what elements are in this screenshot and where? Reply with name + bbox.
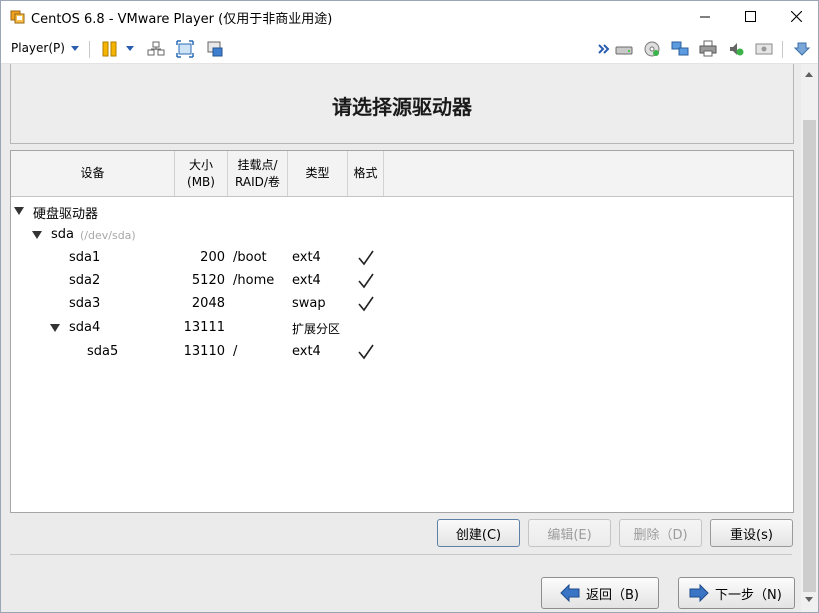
partition-type: ext4 [292,273,321,288]
partition-mount: /boot [233,250,267,265]
installer-header: 请选择源驱动器 [10,64,794,144]
partition-type: swap [292,296,326,311]
window-title: CentOS 6.8 - VMware Player (仅用于非商业用途) [31,12,333,27]
hard-disk-icon[interactable] [615,40,633,58]
title-bar: CentOS 6.8 - VMware Player (仅用于非商业用途) [1,1,818,31]
expander-expanded-icon[interactable] [50,324,60,332]
disk-path: (/dev/sda) [80,229,136,242]
table-row[interactable]: sda1 200 /boot ext4 [11,247,793,270]
pause-icon[interactable] [101,40,119,58]
unity-icon[interactable] [206,40,224,58]
player-menu-dropdown-icon[interactable] [71,46,79,51]
create-button[interactable]: 创建(C) [437,519,520,547]
column-header-size[interactable]: 大小 (MB) [175,151,228,196]
delete-button[interactable]: 删除（D) [619,519,702,547]
close-icon [790,10,802,22]
partition-device: sda5 [87,344,119,359]
divider [10,554,792,555]
partition-type: ext4 [292,344,321,359]
vertical-scrollbar[interactable] [801,64,818,612]
partition-device: sda4 [69,320,101,335]
vmware-app-icon [10,10,25,24]
maximize-button[interactable] [727,1,773,31]
guest-screen[interactable]: 请选择源驱动器 设备 大小 (MB) 挂载点/ RAID/卷 类型 格式 硬盘驱… [1,64,801,612]
column-header-format[interactable]: 格式 [348,151,384,196]
vmware-window: CentOS 6.8 - VMware Player (仅用于非商业用途) Pl… [0,0,819,613]
fullscreen-icon[interactable] [176,40,194,58]
edit-button[interactable]: 编辑(E) [528,519,611,547]
display-icon[interactable] [755,40,773,58]
sound-card-icon[interactable] [727,40,745,58]
partition-mount: /home [233,273,275,288]
page-title: 请选择源驱动器 [332,95,472,119]
expander-expanded-icon[interactable] [14,207,24,215]
partition-size: 2048 [191,296,225,311]
partition-size: 200 [200,250,225,265]
minimize-button[interactable] [682,1,728,31]
partition-size: 5120 [191,273,225,288]
network-adapter-icon[interactable] [671,40,689,58]
back-button[interactable]: 返回（B) [541,577,659,609]
toolbar-divider [89,41,90,58]
format-check-icon [358,273,374,289]
expander-expanded-icon[interactable] [32,231,42,239]
partition-size: 13110 [183,344,225,359]
back-button-label: 返回（B) [586,587,639,603]
table-header: 设备 大小 (MB) 挂载点/ RAID/卷 类型 格式 [11,151,793,197]
partition-mount: / [233,344,238,359]
column-header-type[interactable]: 类型 [288,151,348,196]
disk-name: sda [51,227,74,242]
format-check-icon [358,344,374,360]
next-button[interactable]: 下一步（N) [678,577,795,609]
scroll-up-icon[interactable] [805,72,813,77]
close-button[interactable] [773,1,818,31]
partition-type: 扩展分区 [292,322,341,336]
reset-button[interactable]: 重设(s) [710,519,793,547]
tree-row-disk[interactable]: sda (/dev/sda) [11,224,793,247]
send-ctrl-alt-del-icon[interactable] [147,40,165,58]
column-header-mount[interactable]: 挂载点/ RAID/卷 [228,151,288,196]
next-button-label: 下一步（N) [715,587,782,603]
tree-group-label: 硬盘驱动器 [33,207,99,222]
format-check-icon [358,250,374,266]
maximize-icon [744,10,756,22]
back-arrow-icon [560,584,580,602]
forward-arrow-icon [689,584,709,602]
tree-row-hard-drives[interactable]: 硬盘驱动器 [11,200,793,223]
partition-type: ext4 [292,250,321,265]
partition-device: sda3 [69,296,101,311]
scrollbar-thumb[interactable] [803,120,816,592]
partition-size: 13111 [183,320,225,335]
pause-dropdown-icon[interactable] [126,46,134,51]
vmware-toolbar: Player(P) [1,33,818,64]
scroll-down-icon[interactable] [805,597,813,602]
partition-device: sda1 [69,250,101,265]
partition-table[interactable]: 设备 大小 (MB) 挂载点/ RAID/卷 类型 格式 硬盘驱动器 sda (… [10,150,794,513]
table-row[interactable]: sda3 2048 swap [11,293,793,316]
partition-device: sda2 [69,273,101,288]
format-check-icon [358,296,374,312]
minimize-icon [699,16,710,17]
printer-icon[interactable] [699,40,717,58]
more-devices-icon[interactable] [595,40,613,58]
cd-dvd-icon[interactable] [643,40,661,58]
player-menu[interactable]: Player(P) [11,41,65,55]
table-row[interactable]: sda4 13111 扩展分区 [11,317,793,340]
message-log-icon[interactable] [793,40,811,58]
toolbar-divider [782,41,783,58]
table-row[interactable]: sda5 13110 / ext4 [11,341,793,364]
column-header-device[interactable]: 设备 [11,151,175,196]
table-row[interactable]: sda2 5120 /home ext4 [11,270,793,293]
